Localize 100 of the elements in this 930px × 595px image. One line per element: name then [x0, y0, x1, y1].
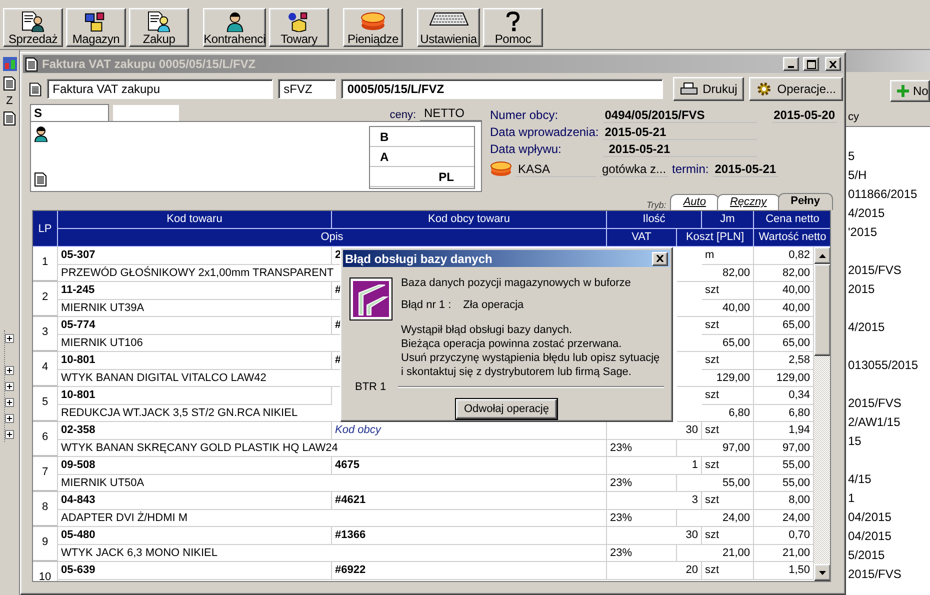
person-icon: [34, 126, 48, 142]
foreign-number-field[interactable]: 0494/05/2015/FVS: [602, 108, 757, 123]
table-cell: 23%: [607, 440, 677, 457]
table-cell: m: [702, 247, 754, 264]
series-field[interactable]: sFVZ: [278, 79, 336, 99]
operations-button[interactable]: Operacje...: [749, 77, 843, 101]
close-icon: [829, 60, 837, 68]
table-cell: 23%: [607, 474, 677, 492]
row-number: 8: [33, 492, 58, 527]
field-label: termin:: [672, 162, 709, 176]
toolbar-button[interactable]: Ustawienia: [417, 8, 480, 47]
cash-register-field[interactable]: KASA: [516, 162, 596, 176]
list-item[interactable]: 2/AW1/15: [848, 415, 900, 429]
scrollbar[interactable]: [814, 247, 830, 581]
column-header: Koszt [PLN]: [677, 229, 754, 247]
expand-icon[interactable]: [4, 430, 14, 438]
document-person-icon: [146, 11, 172, 32]
number-field[interactable]: 0005/05/15/L/FVZ: [341, 79, 663, 99]
expand-icon[interactable]: [4, 414, 14, 422]
contractor-tab[interactable]: S: [30, 104, 109, 121]
row-number: 2: [33, 282, 58, 317]
field-label: Data wprowadzenia:: [490, 125, 599, 140]
list-item[interactable]: 011866/2015: [848, 187, 918, 201]
address-line: PL: [438, 170, 454, 184]
close-button[interactable]: [825, 57, 841, 71]
plus-icon: [896, 84, 910, 98]
toolbar-button[interactable]: Zakup: [129, 8, 189, 47]
list-item[interactable]: 4/2015: [848, 320, 885, 334]
table-cell: 23%: [607, 544, 677, 562]
expand-icon[interactable]: [4, 366, 14, 374]
toolbar-button[interactable]: Sprzedaż: [3, 8, 63, 47]
toolbar-button[interactable]: Kontrahenci: [203, 8, 266, 47]
table-cell: 3: [607, 492, 702, 510]
table-cell: 40,00: [677, 300, 754, 317]
mode-tab[interactable]: Ręczny: [716, 194, 780, 210]
list-item[interactable]: '2015: [848, 225, 877, 239]
mode-tab[interactable]: Pełny: [778, 193, 833, 210]
document-icon: [29, 82, 42, 96]
list-item[interactable]: 4/2015: [848, 206, 885, 220]
table-cell: 21,00: [677, 544, 754, 562]
table-cell: szt: [702, 317, 754, 334]
table-cell: szt: [702, 352, 754, 370]
toolbar-button[interactable]: Pomoc: [483, 8, 543, 47]
field-label: Numer obcy:: [490, 108, 560, 123]
list-item[interactable]: 013055/2015: [848, 358, 918, 372]
maximize-icon: [806, 60, 816, 68]
list-item[interactable]: 04/2015: [848, 510, 892, 524]
list-item[interactable]: 1: [848, 491, 855, 505]
app-logo-icon: [349, 277, 393, 321]
list-item[interactable]: 5/H: [848, 168, 867, 182]
receipt-date-field[interactable]: 2015-05-21: [602, 142, 757, 157]
price-label: ceny:: [390, 109, 416, 121]
list-item[interactable]: 5: [848, 149, 855, 163]
gear-icon: [756, 81, 772, 97]
list-item[interactable]: 2015/FVS: [848, 396, 902, 410]
coins-icon: [490, 161, 512, 177]
address-line: A: [380, 150, 389, 164]
cancel-operation-button[interactable]: Odwołaj operację: [456, 399, 557, 419]
print-button[interactable]: Drukuj: [672, 77, 744, 101]
close-button[interactable]: [652, 252, 668, 266]
list-item[interactable]: 04/2015: [848, 529, 892, 543]
table-cell: 4675: [332, 457, 607, 474]
toolbar-button[interactable]: Magazyn: [66, 8, 126, 47]
keyboard-icon: [428, 11, 468, 27]
table-cell: 05-774: [58, 317, 332, 334]
row-number: 7: [33, 457, 58, 492]
document-type-field[interactable]: Faktura VAT zakupu: [46, 79, 273, 99]
row-number: 4: [33, 352, 58, 387]
maximize-button[interactable]: [803, 57, 819, 71]
expand-icon[interactable]: [4, 334, 14, 342]
mode-tab[interactable]: Auto: [670, 194, 719, 210]
toolbar-button[interactable]: Towary: [269, 8, 329, 47]
payment-field[interactable]: gotówka z...: [600, 162, 668, 176]
table-cell: 24,00: [677, 510, 754, 527]
side-label: Z: [6, 95, 13, 107]
table-cell: 05-480: [58, 527, 332, 544]
expand-icon[interactable]: [4, 398, 14, 406]
printer-icon: [680, 82, 698, 96]
table-cell: 6,80: [677, 404, 754, 422]
table-cell: 129,00: [677, 370, 754, 387]
toolbar-button[interactable]: Pieniądze: [343, 8, 403, 47]
list-item[interactable]: 2015: [848, 282, 875, 296]
document-icon: [3, 76, 16, 91]
field-label: Data wpływu:: [490, 142, 562, 157]
dialog-title: Błąd obsługi bazy danych: [345, 252, 492, 266]
list-item[interactable]: 2015/FVS: [848, 263, 902, 277]
list-item[interactable]: 5/2015: [848, 548, 885, 562]
due-date-field[interactable]: 2015-05-21: [712, 162, 778, 176]
table-cell: 10-801: [58, 352, 332, 370]
expand-icon[interactable]: [4, 382, 14, 390]
minimize-button[interactable]: [783, 57, 799, 71]
list-item[interactable]: 2015/FVS: [848, 567, 902, 581]
table-cell: szt: [702, 562, 754, 580]
list-item[interactable]: 4/15: [848, 472, 872, 486]
new-button[interactable]: No: [890, 80, 930, 102]
scroll-down-icon: [819, 570, 826, 574]
entry-date-field[interactable]: 2015-05-21: [602, 125, 757, 140]
foreign-date-field[interactable]: 2015-05-20: [772, 108, 837, 123]
table-cell: szt: [702, 422, 754, 440]
list-item[interactable]: 15: [848, 434, 862, 448]
